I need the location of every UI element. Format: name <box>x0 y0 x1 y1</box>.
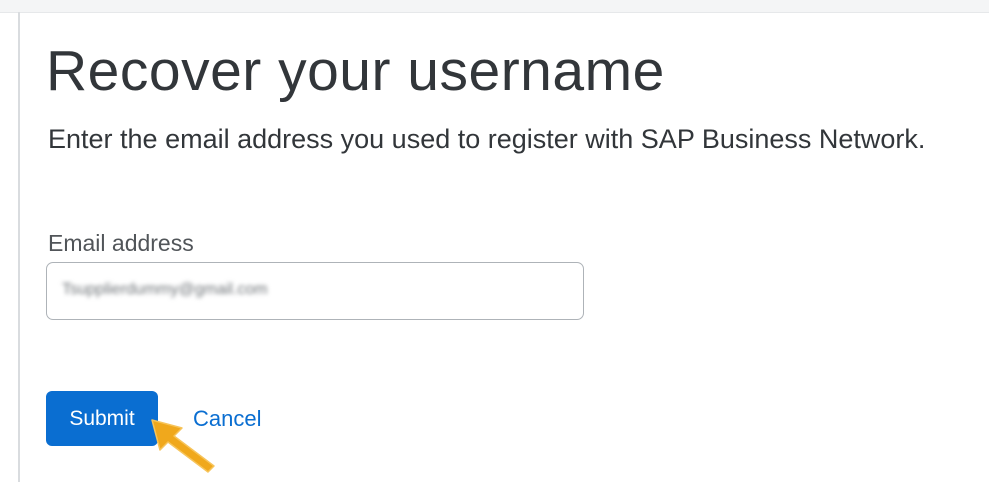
page-title: Recover your username <box>46 39 665 103</box>
recover-username-page: Recover your username Enter the email ad… <box>0 0 989 482</box>
top-strip <box>0 0 989 13</box>
submit-button[interactable]: Submit <box>46 391 158 446</box>
left-divider <box>18 12 20 482</box>
email-field-label: Email address <box>48 230 194 256</box>
page-subtitle: Enter the email address you used to regi… <box>48 124 926 154</box>
arrow-pointer-icon <box>151 419 215 473</box>
email-field[interactable] <box>46 262 584 320</box>
